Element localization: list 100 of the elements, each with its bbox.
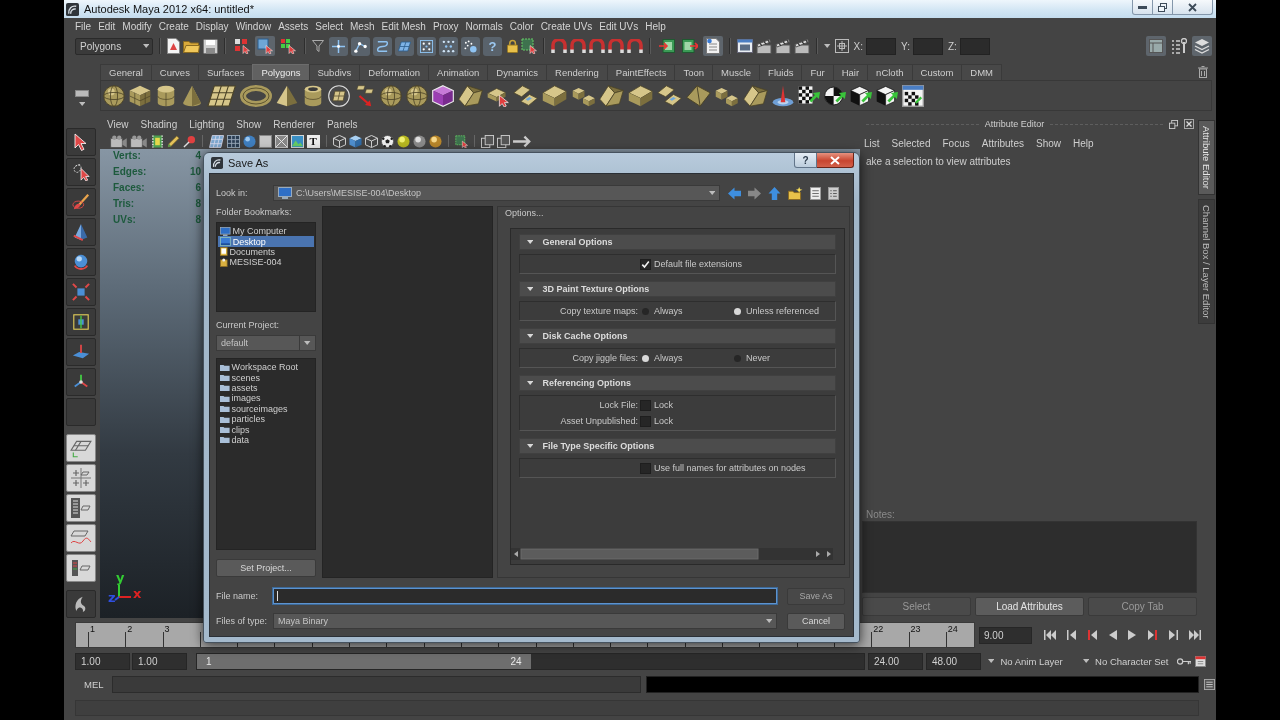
panels-icon[interactable]	[480, 134, 494, 148]
menu-item[interactable]: Color	[509, 20, 534, 32]
tiles-icon[interactable]	[395, 36, 414, 56]
menu-item[interactable]: Proxy	[432, 20, 459, 32]
help-button[interactable]: ?	[483, 36, 502, 56]
section-header[interactable]: File Type Specific Options	[519, 438, 836, 454]
coordinate-field[interactable]	[866, 37, 897, 55]
folder-item[interactable]: particles	[218, 413, 314, 425]
cube-icon[interactable]	[432, 84, 455, 107]
shelf-tab[interactable]: DMM	[961, 64, 1002, 80]
folder-item[interactable]: data	[218, 434, 314, 446]
menu-item[interactable]: Selected	[891, 137, 931, 149]
grid-icon[interactable]	[226, 134, 240, 148]
lasso-cursor-icon[interactable]	[66, 158, 96, 186]
cancel-button[interactable]: Cancel	[787, 612, 845, 630]
panel-arrow-icon[interactable]	[657, 36, 678, 56]
cube-arrows-icon[interactable]	[66, 278, 96, 306]
clapboard-icon[interactable]	[794, 38, 811, 54]
magnet-icon[interactable]	[608, 39, 625, 53]
close-icon[interactable]	[1184, 119, 1194, 129]
menu-item[interactable]: Window	[235, 20, 272, 32]
square-icon[interactable]	[258, 134, 272, 148]
single-view-icon[interactable]	[66, 434, 96, 462]
section-header[interactable]: 3D Paint Texture Options	[519, 281, 836, 297]
node-curve-icon[interactable]	[351, 36, 370, 56]
funnel-icon[interactable]	[312, 40, 324, 52]
language-toggle[interactable]: MEL	[84, 678, 112, 690]
caret-icon[interactable]	[78, 102, 86, 106]
shelf-tab[interactable]: Dynamics	[487, 64, 547, 80]
bookmark-item[interactable]: Desktop	[218, 236, 314, 247]
menu-item[interactable]: Attributes	[981, 137, 1024, 149]
character-set-dropdown[interactable]: No Character Set	[1082, 655, 1169, 667]
minimize-button[interactable]	[1132, 0, 1153, 15]
crosshair-box-icon[interactable]	[834, 39, 849, 53]
cone-icon[interactable]	[66, 218, 96, 246]
slab-icon[interactable]	[628, 84, 654, 107]
set-project-button[interactable]: Set Project...	[216, 559, 316, 577]
folded-sheet-icon[interactable]	[458, 84, 484, 107]
panel-icon[interactable]	[1146, 36, 1166, 56]
playback-start-field[interactable]: 1.00	[132, 652, 187, 670]
magnet-icon[interactable]	[627, 39, 644, 53]
menu-item[interactable]: Renderer	[273, 118, 315, 130]
menu-item[interactable]: Normals	[465, 20, 503, 32]
playback-end-field[interactable]: 24.00	[868, 652, 923, 670]
folded-sheet-icon[interactable]	[742, 84, 769, 107]
menu-item[interactable]: View	[107, 118, 129, 130]
step-back-key-icon[interactable]	[1067, 630, 1077, 640]
coordinate-field[interactable]	[959, 37, 990, 55]
step-forward-frame-icon[interactable]	[1147, 630, 1157, 640]
menu-item[interactable]: Create	[158, 20, 189, 32]
layers-icon[interactable]	[1192, 36, 1212, 56]
tiles-arrow-icon[interactable]	[354, 84, 377, 107]
menu-item[interactable]: Lighting	[189, 118, 225, 130]
menu-item[interactable]: Create UVs	[540, 20, 593, 32]
checker-sphere-icon[interactable]	[824, 84, 847, 107]
menu-item[interactable]: Panels	[326, 118, 358, 130]
file-type-dropdown[interactable]: Maya Binary	[273, 613, 777, 629]
shelf-tab[interactable]: Deformation	[359, 64, 430, 80]
curve-icon[interactable]	[373, 36, 392, 56]
pin-icon[interactable]	[182, 134, 196, 148]
section-header[interactable]: General Options	[519, 234, 836, 250]
flame-icon[interactable]	[66, 590, 96, 618]
menu-item[interactable]: Edit UVs	[599, 20, 639, 32]
restore-button[interactable]	[1153, 0, 1173, 15]
clapboard-icon[interactable]	[775, 38, 792, 54]
soft-plane-icon[interactable]	[66, 338, 96, 366]
bookmark-item[interactable]: My Computer	[218, 226, 314, 237]
help-button[interactable]: ?	[794, 153, 817, 168]
cursor-grid-icon[interactable]	[278, 36, 298, 56]
list-view-icon[interactable]	[66, 494, 96, 522]
folded-sheet-icon[interactable]	[599, 84, 625, 107]
new-folder-icon[interactable]	[788, 186, 803, 200]
shelf-tab[interactable]: Rendering	[546, 64, 608, 80]
four-view-icon[interactable]	[66, 464, 96, 492]
plus-icon[interactable]	[329, 36, 348, 56]
dots-icon[interactable]	[439, 36, 458, 56]
menu-item[interactable]: List	[864, 137, 880, 149]
section-header[interactable]: Referencing Options	[519, 375, 836, 391]
menu-item[interactable]: Select	[315, 20, 343, 32]
menu-item[interactable]: Modify	[122, 20, 152, 32]
arrow-cursor-icon[interactable]	[66, 128, 96, 156]
start-time-field[interactable]: 1.00	[75, 652, 130, 670]
checker-arrow-icon[interactable]	[798, 84, 821, 107]
menu-item[interactable]: Show	[1035, 137, 1061, 149]
menu-item[interactable]: Shading	[140, 118, 178, 130]
current-time-field[interactable]: 9.00	[979, 626, 1032, 644]
list-wrench-icon[interactable]	[1169, 36, 1189, 56]
bookmark-item[interactable]: MESISE-004	[218, 257, 314, 268]
render-window-icon[interactable]	[737, 39, 754, 53]
range-slider-track[interactable]: 1 24	[196, 652, 865, 670]
range-slider-bar[interactable]: 1 24	[197, 653, 531, 669]
close-button[interactable]	[817, 153, 854, 168]
panels-icon[interactable]	[496, 134, 510, 148]
radio-button[interactable]	[642, 354, 649, 362]
command-input[interactable]	[112, 675, 641, 693]
project-folder-list[interactable]: Workspace Root scenes assets images sourceimages particles clips data	[216, 358, 316, 550]
cross-box-icon[interactable]	[274, 134, 288, 148]
checkbox[interactable]	[640, 399, 651, 411]
sphere-arrows-icon[interactable]	[66, 248, 96, 276]
magnet-icon[interactable]	[551, 39, 568, 53]
